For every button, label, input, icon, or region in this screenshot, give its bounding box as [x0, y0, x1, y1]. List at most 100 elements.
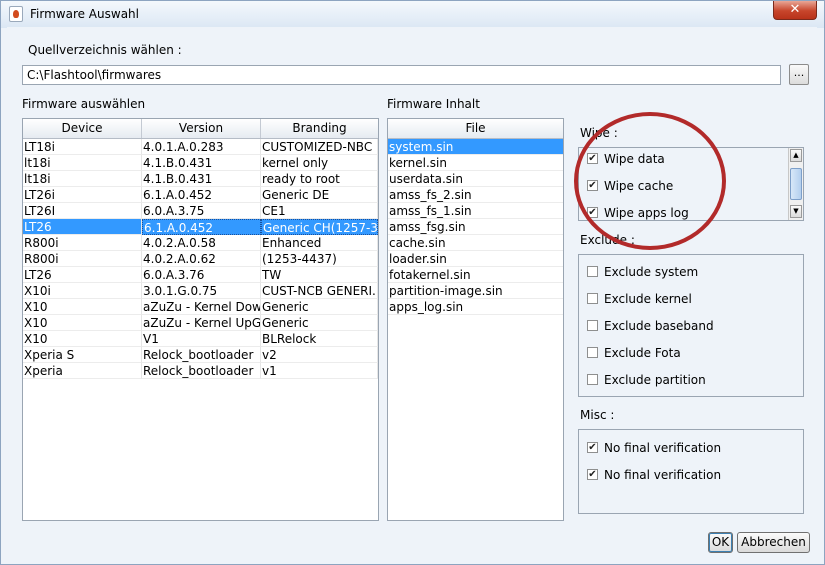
checkbox-label: Exclude kernel: [604, 292, 692, 306]
checkbox[interactable]: ✔: [587, 153, 598, 164]
cell-version: 6.0.A.3.75: [142, 203, 261, 219]
cell-device: lt18i: [23, 155, 142, 171]
firmware-select-label: Firmware auswählen: [22, 97, 146, 111]
cell-device: lt18i: [23, 171, 142, 187]
scroll-up-icon[interactable]: ▲: [790, 149, 802, 162]
cell-branding: CUSTOMIZED-NBC: [261, 139, 378, 155]
cell-version: 4.0.2.A.0.62: [142, 251, 261, 267]
table-row[interactable]: X10i 3.0.1.G.0.75 CUST-NCB GENERI...: [23, 283, 378, 299]
checkbox-label: No final verification: [604, 441, 722, 455]
checkbox-label: Exclude system: [604, 265, 699, 279]
checkbox-label: Exclude baseband: [604, 319, 714, 333]
list-item[interactable]: userdata.sin: [388, 171, 563, 187]
table-row[interactable]: LT26I 6.0.A.3.75 CE1: [23, 203, 378, 219]
checkbox[interactable]: ✔: [587, 469, 598, 480]
checkbox[interactable]: ✔: [587, 442, 598, 453]
checkbox[interactable]: [587, 293, 598, 304]
cell-branding: TW: [261, 267, 378, 283]
table-row[interactable]: R800i 4.0.2.A.0.62 (1253-4437): [23, 251, 378, 267]
java-app-icon: [9, 6, 23, 22]
cell-device: Xperia S: [23, 347, 142, 363]
table-row[interactable]: X10 aZuZu - Kernel Dow... Generic: [23, 299, 378, 315]
cell-branding: CE1: [261, 203, 378, 219]
cell-version: 6.0.A.3.76: [142, 267, 261, 283]
wipe-options-list: ✔ Wipe data ✔ Wipe cache ✔ Wipe apps log ▲ ▼: [578, 147, 804, 221]
ok-button[interactable]: OK: [708, 532, 733, 553]
cell-device: LT18i: [23, 139, 142, 155]
firmware-table: Device Version Branding LT18i 4.0.1.A.0.2…: [22, 118, 379, 521]
misc-group: ✔ No final verification ✔ No final verifica…: [578, 429, 804, 514]
checkbox[interactable]: [587, 320, 598, 331]
checkbox[interactable]: [587, 266, 598, 277]
firmware-table-header: Device Version Branding: [23, 119, 378, 139]
cell-version: Relock_bootloader: [142, 347, 261, 363]
list-item[interactable]: amss_fsg.sin: [388, 219, 563, 235]
cell-branding: Generic: [261, 299, 378, 315]
checkbox-label: No final verification: [604, 468, 722, 482]
column-header-branding[interactable]: Branding: [261, 119, 378, 138]
firmware-contents-label: Firmware Inhalt: [387, 97, 480, 111]
cell-branding: Generic CH(1257-37...: [261, 219, 378, 235]
cell-device: X10: [23, 299, 142, 315]
checkbox-label: Exclude partition: [604, 373, 706, 387]
list-item[interactable]: apps_log.sin: [388, 299, 563, 315]
cell-branding: Generic: [261, 315, 378, 331]
cell-device: LT26i: [23, 187, 142, 203]
list-item[interactable]: amss_fs_2.sin: [388, 187, 563, 203]
browse-button[interactable]: ...: [789, 64, 809, 85]
list-item[interactable]: loader.sin: [388, 251, 563, 267]
cell-device: R800i: [23, 251, 142, 267]
checkbox[interactable]: ✔: [587, 207, 598, 218]
source-path-field[interactable]: C:\Flashtool\firmwares: [22, 65, 781, 85]
checkbox-label: Wipe apps log: [604, 206, 689, 220]
cell-branding: kernel only: [261, 155, 378, 171]
cell-version: 4.0.1.A.0.283: [142, 139, 261, 155]
table-row[interactable]: lt18i 4.1.B.0.431 ready to root: [23, 171, 378, 187]
table-row[interactable]: LT26 6.0.A.3.76 TW: [23, 267, 378, 283]
scroll-down-icon[interactable]: ▼: [790, 205, 802, 218]
checkbox[interactable]: [587, 347, 598, 358]
table-row[interactable]: Xperia Relock_bootloader v1: [23, 363, 378, 379]
cell-version: 6.1.A.0.452: [142, 187, 261, 203]
exclude-label: Exclude :: [580, 233, 635, 247]
column-header-file[interactable]: File: [388, 119, 563, 139]
cell-version: aZuZu - Kernel Dow...: [142, 299, 261, 315]
table-row[interactable]: X10 V1 BLRelock: [23, 331, 378, 347]
table-row[interactable]: R800i 4.0.2.A.0.58 Enhanced: [23, 235, 378, 251]
checkbox[interactable]: [587, 374, 598, 385]
table-row[interactable]: lt18i 4.1.B.0.431 kernel only: [23, 155, 378, 171]
checkbox[interactable]: ✔: [587, 180, 598, 191]
close-button[interactable]: ✕: [773, 1, 817, 20]
table-row[interactable]: LT266.1.A.0.452Generic CH(1257-37...: [23, 219, 378, 235]
column-header-version[interactable]: Version: [142, 119, 261, 138]
cell-branding: Generic DE: [261, 187, 378, 203]
list-item[interactable]: partition-image.sin: [388, 283, 563, 299]
table-row[interactable]: LT18i 4.0.1.A.0.283 CUSTOMIZED-NBC: [23, 139, 378, 155]
list-item[interactable]: system.sin: [388, 139, 563, 155]
cell-branding: (1253-4437): [261, 251, 378, 267]
cell-branding: Enhanced: [261, 235, 378, 251]
list-item[interactable]: cache.sin: [388, 235, 563, 251]
cell-device: Xperia: [23, 363, 142, 379]
cell-device: X10: [23, 331, 142, 347]
cell-device: X10: [23, 315, 142, 331]
title-bar[interactable]: Firmware Auswahl ✕: [1, 1, 824, 28]
cancel-button[interactable]: Abbrechen: [737, 532, 810, 553]
misc-label: Misc :: [580, 408, 615, 422]
wipe-scrollbar[interactable]: ▲ ▼: [788, 148, 803, 220]
cell-device: LT26: [23, 219, 142, 235]
cell-branding: CUST-NCB GENERI...: [261, 283, 378, 299]
cell-version: 6.1.A.0.452: [142, 219, 261, 235]
table-row[interactable]: X10 aZuZu - Kernel UpG... Generic: [23, 315, 378, 331]
list-item[interactable]: kernel.sin: [388, 155, 563, 171]
column-header-device[interactable]: Device: [23, 119, 142, 138]
table-row[interactable]: Xperia S Relock_bootloader v2: [23, 347, 378, 363]
dialog-client: Quellverzeichnis wählen : C:\Flashtool\f…: [7, 27, 817, 557]
table-row[interactable]: LT26i 6.1.A.0.452 Generic DE: [23, 187, 378, 203]
cell-version: 3.0.1.G.0.75: [142, 283, 261, 299]
list-item[interactable]: fotakernel.sin: [388, 267, 563, 283]
checkbox-label: Exclude Fota: [604, 346, 681, 360]
scroll-thumb[interactable]: [790, 168, 802, 200]
file-list: File system.sin kernel.sin userdata.sin ams…: [387, 118, 564, 521]
list-item[interactable]: amss_fs_1.sin: [388, 203, 563, 219]
